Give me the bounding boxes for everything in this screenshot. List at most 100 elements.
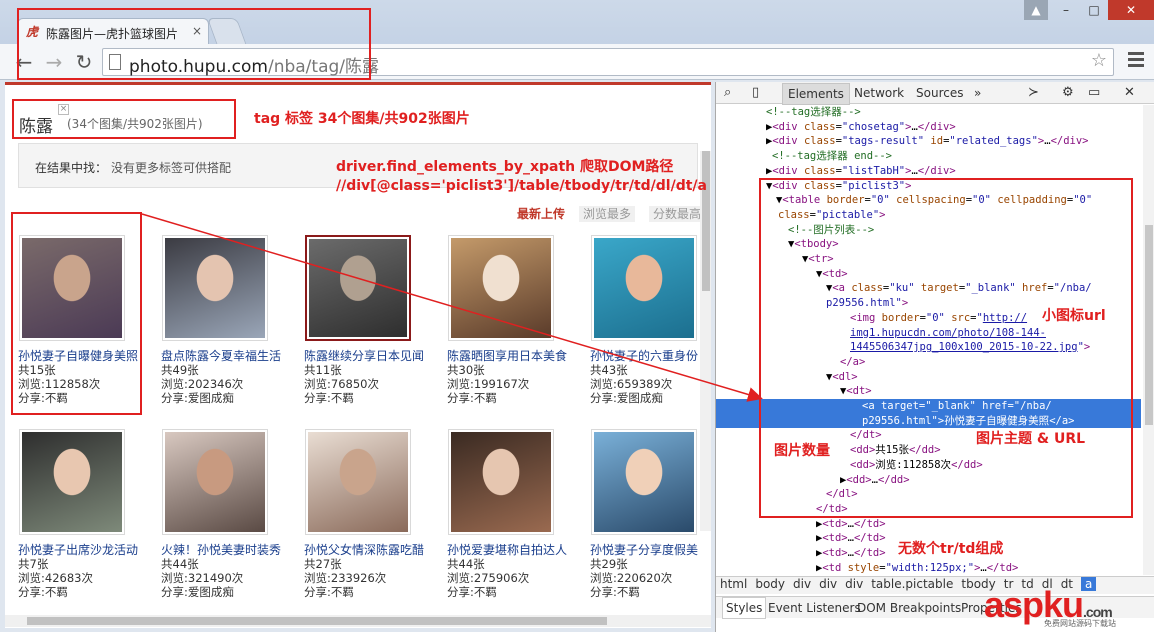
card-count: 共44张	[447, 557, 485, 571]
subtab-styles[interactable]: Styles	[722, 597, 767, 619]
tab-sources[interactable]: Sources	[916, 86, 963, 100]
card-views: 浏览:321490次	[161, 571, 244, 585]
user-profile-icon[interactable]: ▲	[1024, 0, 1048, 20]
more-tabs-button[interactable]: »	[974, 86, 981, 100]
picture-card[interactable]: 陈露继续分享日本见闻 共11张 浏览:76850次 分享:不羁	[304, 235, 439, 405]
bookmark-star-icon[interactable]: ☆	[1091, 50, 1107, 71]
card-thumbnail[interactable]	[162, 429, 268, 535]
sort-latest-link[interactable]: 最新上传	[517, 207, 565, 221]
filter-label: 在结果中找：	[35, 161, 108, 175]
picture-card[interactable]: 孙悦妻子分享度假美 共29张 浏览:220620次 分享:不羁	[590, 429, 711, 599]
annotation-xpath-title: driver.find_elements_by_xpath 爬取DOM路径	[336, 159, 674, 175]
watermark-tagline: 免费网站源码下载站	[1044, 619, 1116, 628]
card-views: 浏览:42683次	[18, 571, 93, 585]
page-horizontal-scrollbar[interactable]	[5, 615, 711, 627]
card-title-link[interactable]: 盘点陈露今夏幸福生活	[161, 347, 296, 363]
dom-node-line[interactable]: ▶<div class="listTabH">…</div>	[716, 164, 1141, 179]
breadcrumb-item[interactable]: body	[755, 577, 785, 591]
sort-most-viewed-link[interactable]: 浏览最多	[579, 206, 636, 222]
card-image	[594, 238, 694, 338]
site-watermark: aspku.com 免费网站源码下载站	[984, 584, 1154, 632]
dom-node-line[interactable]: ▶<div class="tags-result" id="related_ta…	[716, 134, 1141, 149]
card-thumbnail[interactable]	[162, 235, 268, 341]
card-share: 分享:不羁	[304, 391, 354, 405]
breadcrumb-item[interactable]: div	[845, 577, 863, 591]
picture-card[interactable]: 孙悦妻子出席沙龙活动 共7张 浏览:42683次 分享:不羁	[18, 429, 153, 599]
card-title-link[interactable]: 孙悦爱妻堪称自拍达人	[447, 541, 582, 557]
sort-top-score-link[interactable]: 分数最高	[649, 206, 706, 222]
subtab-dom-breakpoints[interactable]: DOM Breakpoints	[857, 601, 961, 615]
card-views: 浏览:199167次	[447, 377, 530, 391]
window-controls: ▲ – □ ✕	[1024, 0, 1154, 20]
card-count: 共29张	[590, 557, 628, 571]
card-thumbnail[interactable]	[591, 235, 697, 341]
dom-scrollbar[interactable]	[1143, 105, 1154, 575]
inspect-search-icon[interactable]: ⌕	[724, 85, 731, 100]
card-share: 分享:爱图成痴	[161, 391, 234, 405]
card-title-link[interactable]: 火辣！孙悦美妻时装秀	[161, 541, 296, 557]
picture-card[interactable]: 孙悦妻子的六重身份 共43张 浏览:659389次 分享:爱图成痴	[590, 235, 711, 405]
annotation-icon-url: 小图标url	[1042, 308, 1106, 324]
card-thumbnail[interactable]	[448, 235, 554, 341]
device-mode-icon[interactable]: ▯	[752, 85, 759, 100]
card-image	[308, 432, 408, 532]
breadcrumb-item[interactable]: div	[819, 577, 837, 591]
card-title-link[interactable]: 孙悦妻子的六重身份	[590, 347, 711, 363]
card-image	[165, 238, 265, 338]
card-thumbnail[interactable]	[305, 235, 411, 341]
maximize-button[interactable]: □	[1080, 0, 1108, 20]
dock-icon[interactable]: ▭	[1088, 85, 1100, 100]
card-title-link[interactable]: 孙悦父女情深陈露吃醋	[304, 541, 439, 557]
hamburger-menu-icon[interactable]	[1128, 52, 1144, 70]
card-image	[22, 432, 122, 532]
card-title-link[interactable]: 孙悦妻子分享度假美	[590, 541, 711, 557]
card-thumbnail[interactable]	[591, 429, 697, 535]
card-share: 分享:爱图成痴	[161, 585, 234, 599]
card-title-link[interactable]: 陈露晒图享用日本美食	[447, 347, 582, 363]
card-title-link[interactable]: 孙悦妻子出席沙龙活动	[18, 541, 153, 557]
card-views: 浏览:220620次	[590, 571, 673, 585]
card-share: 分享:不羁	[447, 585, 497, 599]
dom-node-line[interactable]: <!--tag选择器 end-->	[716, 149, 1141, 164]
breadcrumb-item[interactable]: div	[793, 577, 811, 591]
sort-bar: 最新上传 浏览最多 分数最高	[517, 205, 711, 223]
picture-card[interactable]: 孙悦爱妻堪称自拍达人 共44张 浏览:275906次 分享:不羁	[447, 429, 582, 599]
card-share: 分享:不羁	[447, 391, 497, 405]
minimize-button[interactable]: –	[1052, 0, 1080, 20]
picture-card[interactable]: 陈露晒图享用日本美食 共30张 浏览:199167次 分享:不羁	[447, 235, 582, 405]
close-window-button[interactable]: ✕	[1108, 0, 1154, 20]
dom-node-line[interactable]: <!--tag选择器-->	[716, 105, 1141, 120]
card-title-link[interactable]: 陈露继续分享日本见闻	[304, 347, 439, 363]
card-thumbnail[interactable]	[448, 429, 554, 535]
annotation-rows: 无数个tr/td组成	[898, 541, 1004, 557]
devtools-close-icon[interactable]: ✕	[1124, 85, 1135, 100]
card-thumbnail[interactable]	[19, 429, 125, 535]
filter-text: 没有更多标签可供搭配	[111, 161, 232, 175]
card-share: 分享:不羁	[18, 585, 68, 599]
dom-node-line[interactable]: ▶<td style="width:125px;">…</td>	[716, 561, 1141, 575]
card-share: 分享:爱图成痴	[590, 391, 663, 405]
dom-node-line[interactable]: ▶<div class="chosetag">…</div>	[716, 120, 1141, 135]
card-image	[451, 432, 551, 532]
annotation-pic-count: 图片数量	[774, 443, 830, 459]
picture-card[interactable]: 火辣！孙悦美妻时装秀 共44张 浏览:321490次 分享:爱图成痴	[161, 429, 296, 599]
tab-elements[interactable]: Elements	[782, 83, 850, 105]
breadcrumb-item[interactable]: html	[720, 577, 747, 591]
subtab-event-listeners[interactable]: Event Listeners	[768, 601, 861, 615]
page-vertical-scrollbar[interactable]	[700, 151, 711, 531]
card-image	[594, 432, 694, 532]
card-count: 共44张	[161, 557, 199, 571]
picture-card[interactable]: 孙悦父女情深陈露吃醋 共27张 浏览:233926次 分享:不羁	[304, 429, 439, 599]
card-image	[309, 239, 407, 337]
console-drawer-icon[interactable]: ≻	[1028, 85, 1039, 100]
picture-card[interactable]: 盘点陈露今夏幸福生活 共49张 浏览:202346次 分享:爱图成痴	[161, 235, 296, 405]
card-views: 浏览:659389次	[590, 377, 673, 391]
tab-network[interactable]: Network	[854, 86, 904, 100]
breadcrumb-item[interactable]: table.pictable	[871, 577, 953, 591]
dom-node-line[interactable]: ▶<td>…</td>	[716, 517, 1141, 532]
card-thumbnail[interactable]	[305, 429, 411, 535]
card-views: 浏览:233926次	[304, 571, 387, 585]
annotation-box-card	[11, 212, 142, 415]
settings-gear-icon[interactable]: ⚙	[1062, 85, 1074, 100]
card-count: 共27张	[304, 557, 342, 571]
